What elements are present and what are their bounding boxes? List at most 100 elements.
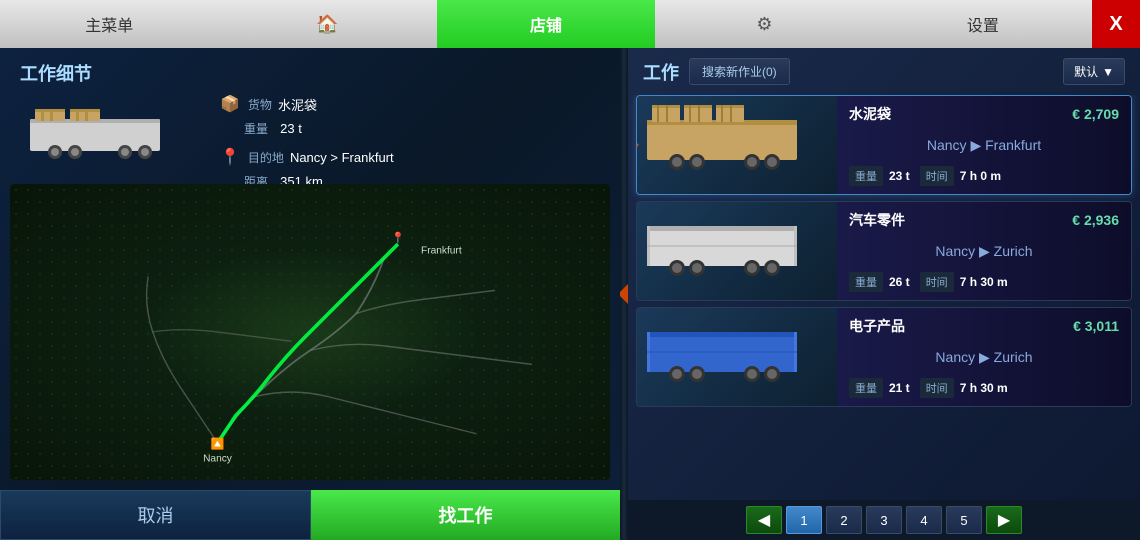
sort-button[interactable]: 默认 ▼ [1063, 58, 1125, 85]
time-label-3: 时间 [920, 378, 954, 398]
weight-label: 重量 [244, 122, 268, 136]
page-5-button[interactable]: 5 [946, 506, 982, 534]
job-2-time-item: 时间 7 h 30 m [920, 272, 1008, 292]
job-2-to: Zurich [994, 243, 1033, 259]
weight-label-1: 重量 [849, 166, 883, 186]
selected-arrow-icon [636, 135, 639, 155]
page-2-button[interactable]: 2 [826, 506, 862, 534]
job-1-trailer-svg [642, 100, 832, 190]
nav-main-menu[interactable]: 主菜单 [0, 0, 218, 48]
job-list: 水泥袋 € 2,709 Nancy ▶ Frankfurt 重量 23 t [628, 95, 1140, 500]
svg-text:Frankfurt: Frankfurt [421, 245, 462, 256]
job-2-route: Nancy ▶ Zurich [849, 243, 1119, 260]
job-1-route: Nancy ▶ Frankfurt [849, 137, 1119, 154]
job-1-time-value: 7 h 0 m [960, 169, 1001, 183]
right-header: 工作 搜索新作业(0) 默认 ▼ [628, 48, 1140, 95]
nav-home[interactable]: 🏠 [218, 0, 436, 48]
main-content: 工作细节 [0, 48, 1140, 540]
job-3-price: € 3,011 [1073, 318, 1119, 334]
job-item-2[interactable]: 汽车零件 € 2,936 Nancy ▶ Zurich 重量 26 t [636, 201, 1132, 301]
settings-label: 设置 [967, 12, 999, 36]
right-panel: 工作 搜索新作业(0) 默认 ▼ [628, 48, 1140, 540]
main-menu-label: 主菜单 [85, 12, 133, 36]
job-3-weight-value: 21 t [889, 381, 910, 395]
job-3-info: 电子产品 € 3,011 Nancy ▶ Zurich 重量 21 t [837, 308, 1131, 406]
job-1-from: Nancy [927, 137, 967, 153]
svg-text:Nancy: Nancy [203, 454, 233, 465]
cargo-value: 水泥袋 [278, 95, 317, 114]
job-3-trailer-image [637, 308, 837, 406]
weight-value: 23 t [280, 121, 302, 136]
job-info-area: 📦 货物 水泥袋 重量 23 t 📍 目的地 Nancy > Frankfurt… [0, 94, 620, 184]
nav-shop[interactable]: 店铺 [437, 0, 655, 48]
job-3-from: Nancy [935, 349, 975, 365]
svg-text:🔼: 🔼 [211, 437, 225, 451]
job-3-trailer-svg [642, 312, 832, 402]
panel-divider [620, 48, 628, 540]
map-area: 📍 Frankfurt 🔼 Nancy [10, 184, 610, 480]
job-3-top-row: 电子产品 € 3,011 [849, 316, 1119, 336]
truck-image-container [20, 99, 200, 169]
dest-detail-row: 📍 目的地 Nancy > Frankfurt [220, 147, 600, 167]
sort-chevron-icon: ▼ [1102, 65, 1114, 79]
job-1-top-row: 水泥袋 € 2,709 [849, 104, 1119, 124]
job-1-time-item: 时间 7 h 0 m [920, 166, 1001, 186]
time-label-2: 时间 [920, 272, 954, 292]
route-arrow-icon-2: ▶ [979, 243, 994, 259]
left-panel-title: 工作细节 [0, 48, 620, 94]
page-4-button[interactable]: 4 [906, 506, 942, 534]
job-2-cargo: 汽车零件 [849, 210, 905, 230]
job-3-cargo: 电子产品 [849, 316, 905, 336]
job-2-info: 汽车零件 € 2,936 Nancy ▶ Zurich 重量 26 t [837, 202, 1131, 300]
job-3-route: Nancy ▶ Zurich [849, 349, 1119, 366]
find-job-button[interactable]: 找工作 [311, 490, 620, 540]
page-1-button[interactable]: 1 [786, 506, 822, 534]
nav-settings[interactable]: 设置 [874, 0, 1092, 48]
cargo-icon: 📦 [220, 94, 240, 114]
job-2-trailer-image [637, 202, 837, 300]
gear-icon: ⚙ [756, 14, 772, 35]
job-2-trailer-svg [642, 206, 832, 296]
job-1-info: 水泥袋 € 2,709 Nancy ▶ Frankfurt 重量 23 t [837, 96, 1131, 194]
home-icon: 🏠 [316, 14, 338, 35]
map-background: 📍 Frankfurt 🔼 Nancy [10, 184, 610, 480]
job-1-weight-value: 23 t [889, 169, 910, 183]
job-2-from: Nancy [935, 243, 975, 259]
map-route-svg: 📍 Frankfurt 🔼 Nancy [10, 184, 610, 480]
bottom-buttons: 取消 找工作 [0, 490, 620, 540]
page-next-button[interactable]: ▶ [986, 506, 1022, 534]
cargo-detail-row: 📦 货物 水泥袋 [220, 94, 600, 114]
page-prev-button[interactable]: ◀ [746, 506, 782, 534]
job-3-time-item: 时间 7 h 30 m [920, 378, 1008, 398]
job-1-to: Frankfurt [985, 137, 1041, 153]
job-2-meta: 重量 26 t 时间 7 h 30 m [849, 272, 1119, 292]
job-3-weight-item: 重量 21 t [849, 378, 910, 398]
top-navigation: 主菜单 🏠 店铺 ⚙ 设置 X [0, 0, 1140, 48]
job-2-price: € 2,936 [1072, 212, 1119, 228]
job-3-to: Zurich [994, 349, 1033, 365]
sort-label: 默认 [1074, 63, 1098, 80]
cancel-button[interactable]: 取消 [0, 490, 311, 540]
page-3-button[interactable]: 3 [866, 506, 902, 534]
dest-label: 目的地 [248, 149, 284, 166]
route-arrow-icon-3: ▶ [979, 349, 994, 365]
job-1-price: € 2,709 [1072, 106, 1119, 122]
left-panel: 工作细节 [0, 48, 620, 540]
route-arrow-icon: ▶ [970, 137, 985, 153]
svg-text:📍: 📍 [391, 230, 405, 244]
close-button[interactable]: X [1092, 0, 1140, 48]
weight-detail: 重量 23 t [244, 120, 600, 137]
filter-button[interactable]: 搜索新作业(0) [689, 58, 790, 85]
weight-label-3: 重量 [849, 378, 883, 398]
nav-gear[interactable]: ⚙ [655, 0, 873, 48]
time-label-1: 时间 [920, 166, 954, 186]
job-1-cargo: 水泥袋 [849, 104, 891, 124]
job-details-text: 📦 货物 水泥袋 重量 23 t 📍 目的地 Nancy > Frankfurt… [220, 94, 600, 190]
job-1-meta: 重量 23 t 时间 7 h 0 m [849, 166, 1119, 186]
close-label: X [1109, 13, 1122, 36]
job-2-weight-value: 26 t [889, 275, 910, 289]
pagination: ◀ 1 2 3 4 5 ▶ [628, 500, 1140, 540]
job-item-3[interactable]: 电子产品 € 3,011 Nancy ▶ Zurich 重量 21 t [636, 307, 1132, 407]
job-item-1[interactable]: 水泥袋 € 2,709 Nancy ▶ Frankfurt 重量 23 t [636, 95, 1132, 195]
dest-value: Nancy > Frankfurt [290, 150, 394, 165]
